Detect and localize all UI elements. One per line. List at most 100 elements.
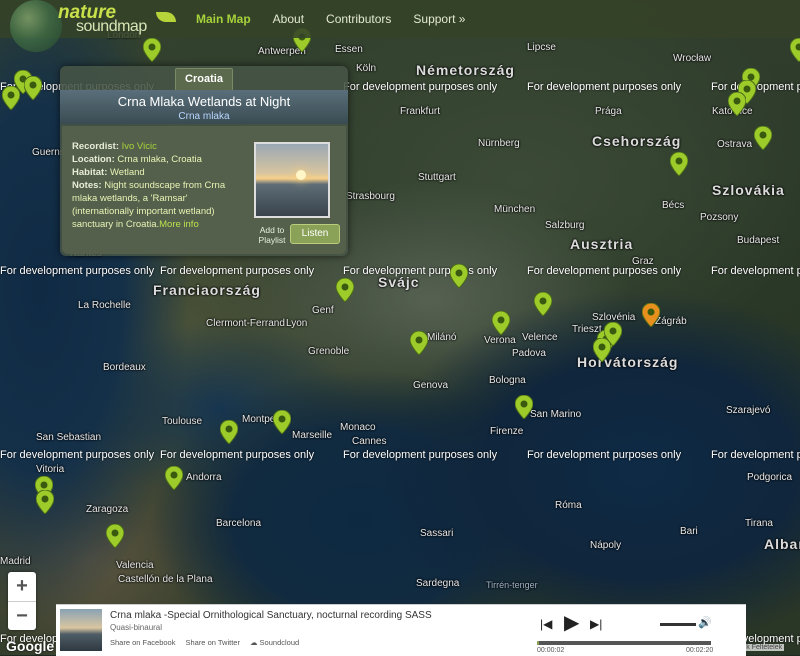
- track-subtitle: Quasi-binaural: [110, 623, 162, 632]
- map-pin[interactable]: [24, 76, 42, 100]
- city-label: Sassari: [420, 528, 453, 539]
- dev-watermark: For development purposes only: [160, 265, 314, 277]
- city-label: Genf: [312, 305, 334, 316]
- nav-main-map[interactable]: Main Map: [196, 12, 251, 26]
- city-label: Róma: [555, 500, 582, 511]
- previous-track-icon[interactable]: |◀: [540, 617, 552, 631]
- city-label: La Rochelle: [78, 300, 131, 311]
- track-title: Crna mlaka -Special Ornithological Sanct…: [110, 610, 432, 621]
- popup-body: Recordist: Ivo Vicic Location: Crna mlak…: [62, 126, 346, 254]
- soundcloud-link[interactable]: ☁ Soundcloud: [250, 638, 299, 647]
- nav-contributors[interactable]: Contributors: [326, 12, 391, 26]
- share-twitter-link[interactable]: Share on Twitter: [185, 638, 239, 647]
- city-label: Zaragoza: [86, 504, 128, 515]
- map-pin[interactable]: [220, 420, 238, 444]
- city-label: Tirana: [745, 518, 773, 529]
- map-pin[interactable]: [515, 395, 533, 419]
- recording-title: Crna Mlaka Wetlands at Night: [60, 94, 348, 109]
- play-icon[interactable]: ▶: [564, 613, 579, 633]
- city-label: Clermont-Ferrand: [206, 318, 285, 329]
- map-pin[interactable]: [36, 490, 54, 514]
- location-value: Crna mlaka, Croatia: [117, 154, 201, 165]
- share-facebook-link[interactable]: Share on Facebook: [110, 638, 175, 647]
- dev-watermark: For development purposes only: [527, 81, 681, 93]
- city-label: San Sebastian: [36, 432, 101, 443]
- cloud-icon: ☁: [250, 638, 258, 647]
- city-label: Cannes: [352, 436, 386, 447]
- city-label: Lyon: [286, 318, 307, 329]
- sea-label: Tirrén-tenger: [486, 580, 538, 590]
- map-pin[interactable]: [534, 292, 552, 316]
- map-pin[interactable]: [450, 264, 468, 288]
- recording-info: Recordist: Ivo Vicic Location: Crna mlak…: [72, 140, 242, 231]
- map-pin[interactable]: [754, 126, 772, 150]
- globe-icon: [10, 0, 62, 52]
- city-label: Sardegna: [416, 578, 459, 589]
- more-info-link[interactable]: More info: [159, 219, 199, 230]
- city-label: Bécs: [662, 200, 684, 211]
- city-label: Lipcse: [527, 42, 556, 53]
- main-nav: Main Map About Contributors Support »: [196, 12, 487, 26]
- city-label: Milánó: [427, 332, 456, 343]
- volume-icon[interactable]: 🔊: [698, 616, 712, 629]
- dev-watermark: For development purposes only: [711, 449, 800, 461]
- city-label: Nápoly: [590, 540, 621, 551]
- city-label: Salzburg: [545, 220, 584, 231]
- city-label: Velence: [522, 332, 558, 343]
- map-pin[interactable]: [790, 38, 800, 62]
- add-to-playlist-button[interactable]: Add to Playlist: [254, 225, 290, 245]
- dev-watermark: For development purposes only: [0, 449, 154, 461]
- city-label: Bordeaux: [103, 362, 146, 373]
- map-pin[interactable]: [410, 331, 428, 355]
- city-label: Andorra: [186, 472, 222, 483]
- map-pin-active[interactable]: [642, 303, 660, 327]
- city-label: Barcelona: [216, 518, 261, 529]
- map-pin[interactable]: [143, 38, 161, 62]
- map-pin[interactable]: [336, 278, 354, 302]
- city-label: Ostrava: [717, 139, 752, 150]
- logo-word-soundmap: soundmap: [76, 18, 147, 36]
- listen-button[interactable]: Listen: [290, 224, 340, 244]
- map-pin[interactable]: [492, 311, 510, 335]
- map-pin[interactable]: [165, 466, 183, 490]
- map-pin[interactable]: [593, 338, 611, 362]
- progress-bar[interactable]: [537, 641, 711, 645]
- google-logo: Google: [6, 638, 54, 654]
- zoom-out-button[interactable]: −: [8, 602, 36, 631]
- country-label-monaco: Monaco: [340, 422, 376, 433]
- city-label: Frankfurt: [400, 106, 440, 117]
- player-thumbnail: [60, 609, 102, 651]
- country-label-france: Franciaország: [153, 282, 261, 298]
- map-pin[interactable]: [670, 152, 688, 176]
- nav-about[interactable]: About: [273, 12, 304, 26]
- dev-watermark: For development purposes only: [527, 449, 681, 461]
- next-track-icon[interactable]: ▶|: [590, 617, 602, 631]
- notes-label: Notes:: [72, 180, 102, 191]
- map-pin[interactable]: [106, 524, 124, 548]
- map-pin[interactable]: [273, 410, 291, 434]
- zoom-in-button[interactable]: +: [8, 572, 36, 602]
- site-logo[interactable]: nature soundmap: [6, 0, 176, 38]
- nav-support[interactable]: Support »: [413, 12, 465, 26]
- city-label: Valencia: [116, 560, 154, 571]
- map-pin[interactable]: [728, 92, 746, 116]
- city-label: Strasbourg: [346, 191, 395, 202]
- dev-watermark: For development purposes only: [527, 265, 681, 277]
- volume-slider[interactable]: [660, 623, 696, 626]
- city-label: Wrocław: [673, 53, 711, 64]
- dev-watermark: For development purposes only: [343, 265, 497, 277]
- audio-player: Crna mlaka -Special Ornithological Sanct…: [56, 604, 746, 656]
- city-label: Prága: [595, 106, 622, 117]
- recordist-label: Recordist:: [72, 141, 119, 152]
- popup-header: Crna Mlaka Wetlands at Night Crna mlaka: [60, 90, 348, 124]
- recordist-link[interactable]: Ivo Vicic: [122, 141, 157, 152]
- city-label: Vitoria: [36, 464, 64, 475]
- dev-watermark: For development purposes only: [0, 265, 154, 277]
- city-label: Padova: [512, 348, 546, 359]
- city-label: Verona: [484, 335, 516, 346]
- time-total: 00:02:20: [686, 647, 713, 654]
- city-label: Pozsony: [700, 212, 738, 223]
- country-tab[interactable]: Croatia: [175, 68, 233, 91]
- city-label: Firenze: [490, 426, 523, 437]
- habitat-value: Wetland: [110, 167, 145, 178]
